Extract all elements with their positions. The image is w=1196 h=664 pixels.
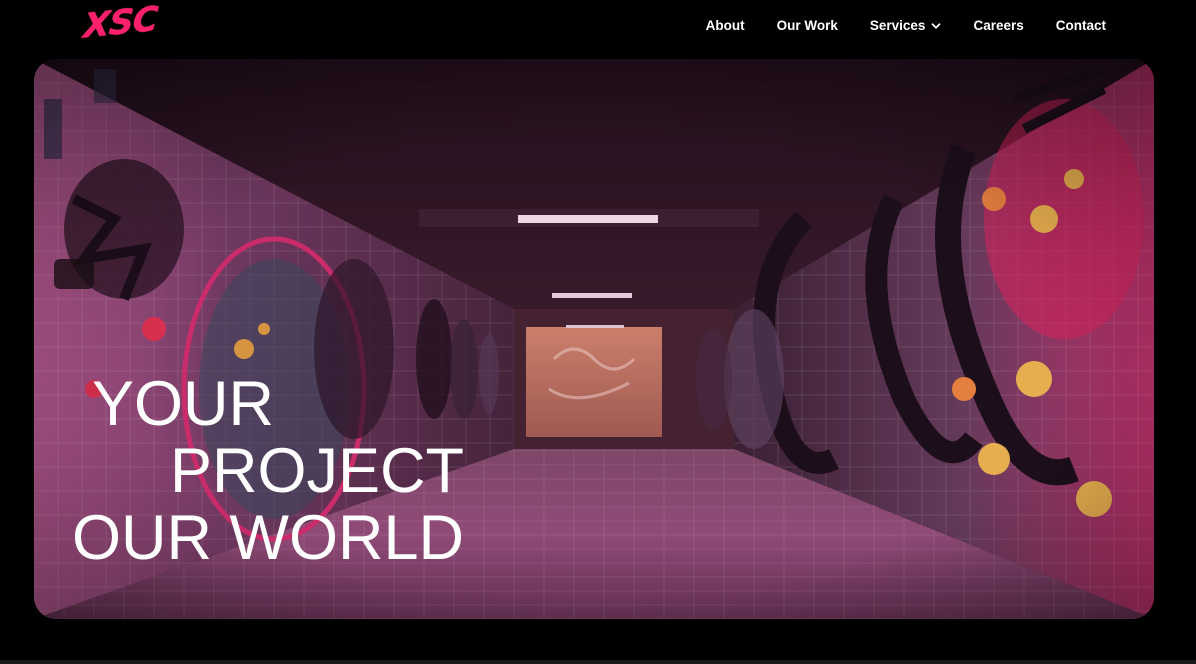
nav-contact-label: Contact [1055,18,1106,33]
nav-careers[interactable]: Careers [973,16,1023,36]
page: XSC About Our Work Services Careers Cont… [0,0,1196,664]
page-bottom-edge [0,660,1196,664]
headline-line-3: OUR WORLD [72,503,464,573]
main-nav: About Our Work Services Careers Contact [706,16,1106,36]
nav-contact[interactable]: Contact [1056,16,1106,36]
site-header: XSC About Our Work Services Careers Cont… [0,0,1196,56]
nav-careers-label: Careers [973,18,1024,33]
headline-line-2: PROJECT [170,436,465,506]
headline-line-1: YOUR [92,369,275,439]
nav-our-work-label: Our Work [776,18,838,33]
nav-our-work[interactable]: Our Work [777,16,838,36]
nav-services-label: Services [869,18,926,33]
brand-logo[interactable]: XSC [82,0,158,48]
hero-headline: YOUR PROJECT OUR WORLD [72,371,464,572]
hero-banner: YOUR PROJECT OUR WORLD [34,59,1154,619]
chevron-down-icon[interactable] [931,21,941,31]
nav-about[interactable]: About [706,16,745,36]
nav-about-label: About [705,18,745,33]
nav-services[interactable]: Services [870,16,942,36]
